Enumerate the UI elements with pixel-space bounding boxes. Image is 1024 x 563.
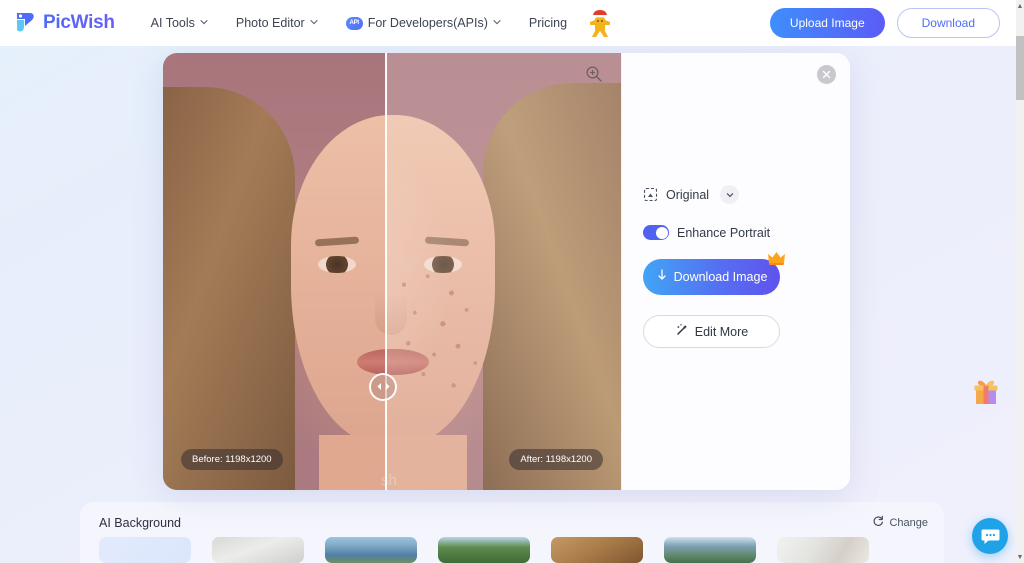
enhance-portrait-toggle[interactable]: Enhance Portrait	[643, 225, 770, 240]
scroll-down-arrow-icon[interactable]: ▼	[1016, 551, 1024, 563]
change-background-button[interactable]: Change	[872, 515, 928, 530]
gift-box-icon[interactable]	[972, 377, 1000, 407]
zoom-in-icon[interactable]	[585, 65, 603, 83]
chevron-down-icon	[200, 18, 208, 26]
scroll-up-arrow-icon[interactable]: ▲	[1016, 0, 1024, 12]
api-cloud-icon: API	[345, 16, 363, 30]
before-after-preview[interactable]: sh ter download Before: 1198x1200 After:…	[163, 53, 621, 490]
nav-item-label: AI Tools	[150, 16, 195, 30]
background-thumb-green-park-trees[interactable]	[438, 537, 530, 563]
download-image-label: Download Image	[673, 270, 768, 284]
nav-item-photo-editor[interactable]: Photo Editor	[222, 10, 332, 36]
edit-more-button[interactable]: Edit More	[643, 315, 780, 348]
crop-original-icon	[643, 187, 658, 202]
left-right-arrows-icon	[376, 378, 391, 396]
top-navbar: PicWish AI Tools Photo Editor API For De…	[0, 0, 1016, 46]
editor-card: sh ter download Before: 1198x1200 After:…	[163, 53, 850, 490]
chevron-down-icon	[310, 18, 318, 26]
chat-bubble-icon[interactable]	[972, 518, 1008, 554]
background-thumb-bright-window-room[interactable]	[777, 537, 869, 563]
aspect-ratio-selector[interactable]: Original	[643, 185, 740, 204]
scrollbar-thumb[interactable]	[1016, 36, 1024, 100]
before-size-tag: Before: 1198x1200	[181, 449, 283, 470]
nav-item-pricing[interactable]: Pricing	[515, 10, 581, 36]
hair-left	[163, 87, 295, 490]
page-scrollbar[interactable]: ▲ ▼	[1016, 0, 1024, 563]
background-thumb-city-skyline[interactable]	[325, 537, 417, 563]
background-thumb-mountain-landscape[interactable]	[664, 537, 756, 563]
aspect-ratio-label: Original	[666, 187, 710, 202]
upload-image-button[interactable]: Upload Image	[769, 8, 885, 38]
enhance-portrait-label: Enhance Portrait	[677, 225, 771, 240]
background-thumbnail-list	[99, 537, 928, 563]
brand-name: PicWish	[43, 12, 115, 33]
eye-left	[318, 256, 356, 273]
after-size-tag: After: 1198x1200	[509, 449, 603, 470]
brand-logo[interactable]: PicWish	[14, 11, 115, 35]
chevron-down-icon[interactable]	[720, 185, 740, 204]
crown-icon	[767, 250, 786, 266]
gingerbread-santa-icon[interactable]	[587, 7, 613, 39]
background-thumb-wooden-interior[interactable]	[551, 537, 643, 563]
background-thumb-white-studio-wall[interactable]	[212, 537, 304, 563]
control-pane: Original Enhance Portrait Download Image	[621, 53, 850, 490]
comparison-divider	[385, 53, 387, 490]
download-image-button[interactable]: Download Image	[643, 252, 785, 295]
refresh-icon	[872, 515, 884, 530]
download-button[interactable]: Download	[896, 8, 1000, 38]
toggle-knob	[655, 226, 668, 239]
ai-background-title: AI Background	[99, 515, 181, 530]
change-label: Change	[889, 516, 928, 529]
ai-background-panel: AI Background Change	[80, 502, 944, 563]
nav-item-label: For Developers(APIs)	[367, 16, 488, 30]
picwish-logo-icon	[14, 11, 36, 35]
nav-item-for-developers[interactable]: API For Developers(APIs)	[332, 10, 515, 36]
close-icon[interactable]	[817, 65, 836, 84]
comparison-slider-handle[interactable]	[369, 373, 397, 401]
edit-more-label: Edit More	[694, 324, 749, 339]
nav-item-ai-tools[interactable]: AI Tools	[137, 10, 222, 36]
nav-item-label: Photo Editor	[235, 16, 305, 30]
download-arrow-icon	[656, 269, 668, 285]
chevron-down-icon	[493, 18, 501, 26]
nav-actions: Upload Image Download	[769, 8, 1000, 38]
magic-wand-icon	[675, 323, 689, 340]
background-thumb-plain-blue-gradient[interactable]	[99, 537, 191, 563]
nav-links: AI Tools Photo Editor API For Developers…	[137, 7, 613, 39]
nav-item-label: Pricing	[528, 16, 568, 30]
toggle-switch[interactable]	[643, 225, 669, 240]
ai-background-header: AI Background Change	[99, 515, 928, 530]
